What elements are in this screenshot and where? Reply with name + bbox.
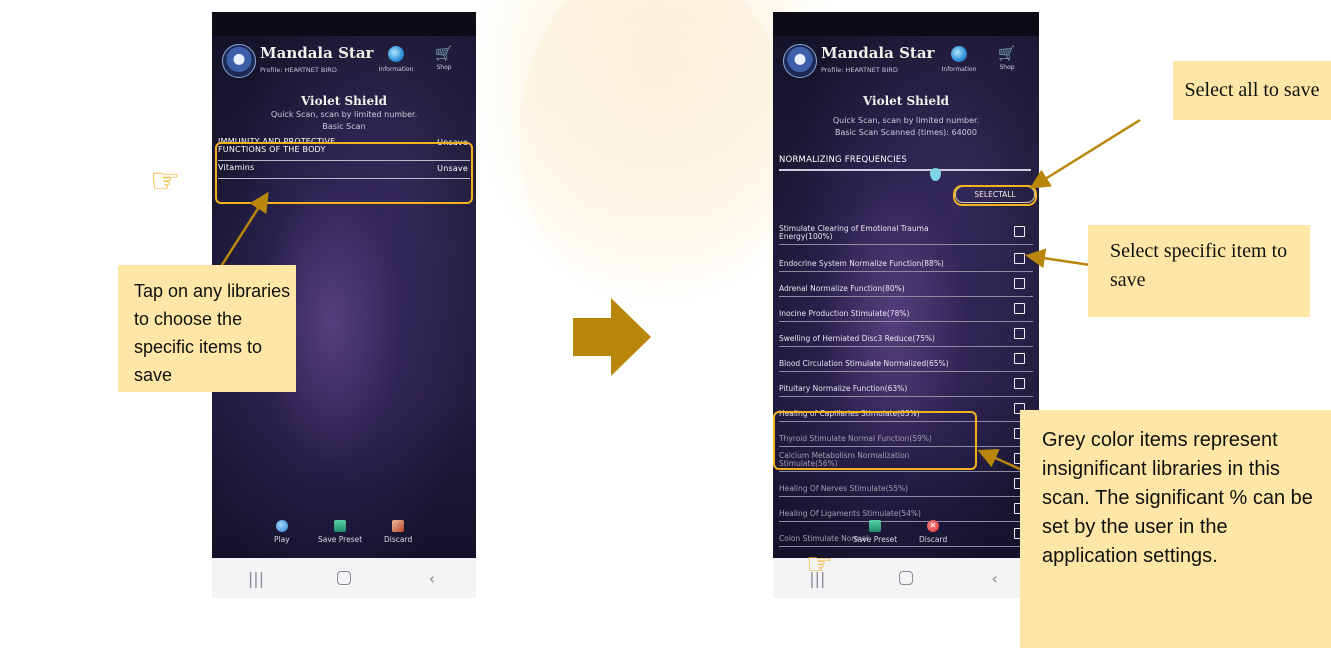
phone-screenshot-right: Mandala Star Profile: HEARTNET BIRD Info… (773, 12, 1039, 598)
frequency-row[interactable]: Pituitary Normalize Function(63%) (779, 371, 1033, 397)
information-button[interactable]: Information (941, 46, 977, 73)
discard-icon (392, 520, 405, 532)
back-icon[interactable]: ‹ (412, 569, 452, 588)
save-preset-icon (869, 520, 882, 532)
frequency-row[interactable]: Inocine Production Stimulate(78%) (779, 296, 1033, 322)
discard-label: Discard (919, 535, 948, 544)
section-title: NORMALIZING FREQUENCIES (779, 155, 907, 165)
frequency-row[interactable]: Healing Of Nerves Stimulate(55%) (779, 471, 1033, 497)
app-header: Mandala Star Profile: HEARTNET BIRD Info… (220, 42, 468, 82)
scan-type: Basic Scan (322, 122, 366, 131)
frequency-row[interactable]: Stimulate Clearing of Emotional Trauma E… (779, 219, 1033, 245)
scan-description: Quick Scan, scan by limited number. (832, 116, 980, 125)
frequency-name: Adrenal Normalize Function(80%) (779, 284, 905, 293)
shop-label: Shop (999, 64, 1015, 71)
discard-button[interactable]: ✕ Discard (919, 520, 947, 544)
recent-apps-icon[interactable]: ||| (236, 569, 276, 588)
home-icon (898, 571, 913, 585)
info-icon (388, 46, 404, 62)
callout-choose-items: Tap on any libraries to choose the speci… (118, 265, 296, 392)
item-checkbox[interactable] (1014, 303, 1025, 314)
frequency-row[interactable]: Adrenal Normalize Function(80%) (779, 271, 1033, 297)
frequency-row[interactable]: Endocrine System Normalize Function(88%) (779, 246, 1033, 272)
mandala-logo-icon (222, 44, 256, 78)
background-watermark-inner (520, 0, 790, 300)
home-icon (337, 571, 351, 585)
save-preset-label: Save Preset (853, 535, 898, 544)
right-arrow-icon (573, 298, 651, 376)
frequency-name: Stimulate Clearing of Emotional Trauma E… (779, 224, 929, 241)
play-label: Play (274, 535, 290, 544)
frequency-row[interactable]: Blood Circulation Stimulate Normalized(6… (779, 346, 1033, 372)
shop-label: Shop (436, 64, 452, 71)
mandala-logo-icon (783, 44, 817, 78)
frequency-name: Blood Circulation Stimulate Normalized(6… (779, 359, 949, 368)
discard-button[interactable]: Discard (384, 520, 412, 544)
frequency-name: Swelling of Herniated Disc3 Reduce(75%) (779, 334, 935, 343)
frequency-row[interactable]: Swelling of Herniated Disc3 Reduce(75%) (779, 321, 1033, 347)
item-checkbox[interactable] (1014, 226, 1025, 237)
item-checkbox[interactable] (1014, 278, 1025, 289)
select-all-highlight-box (953, 185, 1037, 206)
profile-label: Profile: HEARTNET BIRD (260, 66, 337, 74)
save-preset-button[interactable]: Save Preset (853, 520, 897, 544)
frequency-name: Healing Of Nerves Stimulate(55%) (779, 484, 909, 493)
app-title: Mandala Star (821, 44, 935, 62)
item-checkbox[interactable] (1014, 328, 1025, 339)
library-highlight-box (215, 142, 473, 204)
callout-select-item: Select specific item to save (1088, 225, 1310, 317)
item-checkbox[interactable] (1014, 353, 1025, 364)
scan-count: Basic Scan Scanned (times): 64000 (835, 128, 977, 137)
android-nav-bar: ||| ‹ (212, 558, 476, 598)
frequency-name: Pituitary Normalize Function(63%) (779, 384, 908, 393)
profile-label: Profile: HEARTNET BIRD (821, 66, 898, 74)
close-icon: ✕ (927, 520, 940, 532)
shop-button[interactable]: 🛒 Shop (430, 46, 458, 71)
home-button[interactable] (324, 571, 364, 585)
cart-icon: 🛒 (435, 46, 453, 62)
shop-button[interactable]: 🛒 Shop (993, 46, 1021, 71)
information-label: Information (941, 66, 977, 73)
information-button[interactable]: Information (378, 46, 414, 73)
callout-select-all: Select all to save (1173, 61, 1331, 120)
item-checkbox[interactable] (1014, 253, 1025, 264)
save-preset-label: Save Preset (318, 535, 363, 544)
app-header: Mandala Star Profile: HEARTNET BIRD Info… (781, 42, 1031, 82)
preset-title: Violet Shield (300, 94, 388, 108)
frequency-name: Endocrine System Normalize Function(88%) (779, 259, 944, 268)
preset-title: Violet Shield (862, 94, 950, 108)
save-preset-button[interactable]: Save Preset (318, 520, 362, 544)
app-title: Mandala Star (260, 44, 374, 62)
bottom-toolbar: Play Save Preset Discard (212, 520, 476, 554)
cart-icon: 🛒 (998, 46, 1016, 62)
back-icon[interactable]: ‹ (975, 569, 1015, 588)
significance-slider[interactable] (779, 169, 1031, 171)
scan-description: Quick Scan, scan by limited number. (270, 110, 418, 119)
save-preset-icon (334, 520, 347, 532)
frequency-name: Inocine Production Stimulate(78%) (779, 309, 910, 318)
pointing-hand-icon: ☞ (150, 161, 181, 201)
frequency-name: Healing Of Ligaments Stimulate(54%) (779, 509, 921, 518)
item-checkbox[interactable] (1014, 378, 1025, 389)
discard-label: Discard (384, 535, 413, 544)
home-button[interactable] (886, 571, 926, 585)
play-button[interactable]: Play (274, 520, 290, 544)
grey-items-highlight-box (773, 411, 977, 470)
information-label: Information (378, 66, 414, 73)
play-icon (275, 520, 288, 532)
callout-grey-items: Grey color items represent insignificant… (1020, 410, 1331, 648)
pointing-hand-icon: ☞ (806, 547, 833, 582)
info-icon (951, 46, 967, 62)
frequency-row[interactable]: Healing Of Ligaments Stimulate(54%) (779, 496, 1033, 522)
